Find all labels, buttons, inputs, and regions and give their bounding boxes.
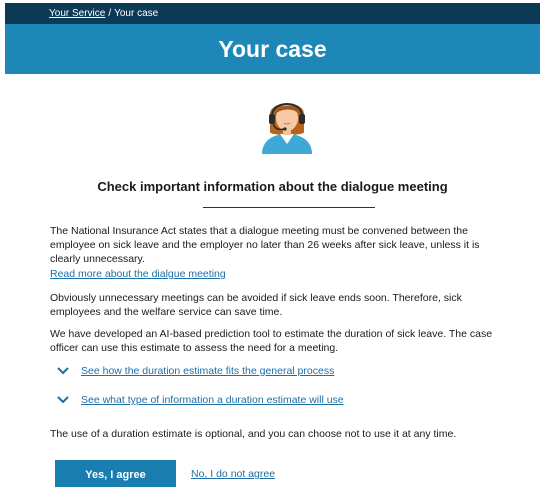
page-frame: Your Service / Your case Your case Check… <box>5 3 540 487</box>
breadcrumb: Your Service / Your case <box>5 3 540 24</box>
chevron-down-icon <box>57 396 69 404</box>
optional-use-paragraph: The use of a duration estimate is option… <box>50 428 457 440</box>
page-title: Your case <box>218 35 327 62</box>
chevron-down-icon <box>57 367 69 375</box>
page-header: Your case <box>5 24 540 74</box>
breadcrumb-home-link[interactable]: Your Service <box>49 8 105 19</box>
expander-label: See how the duration estimate fits the g… <box>81 365 335 377</box>
section-heading: Check important information about the di… <box>97 179 448 194</box>
decline-link[interactable]: No, I do not agree <box>191 468 275 480</box>
read-more-link[interactable]: Read more about the dialgue meeting <box>50 268 226 280</box>
heading-divider <box>203 207 375 208</box>
ai-tool-paragraph: We have developed an AI-based prediction… <box>50 328 493 354</box>
avoid-meetings-paragraph: Obviously unnecessary meetings can be av… <box>50 292 462 318</box>
expander-label: See what type of information a duration … <box>81 394 344 406</box>
intro-paragraph: The National Insurance Act states that a… <box>50 225 480 265</box>
expander-information-used[interactable]: See what type of information a duration … <box>57 394 344 406</box>
breadcrumb-separator: / <box>108 8 112 19</box>
breadcrumb-current: Your case <box>114 8 159 19</box>
agree-button[interactable]: Yes, I agree <box>55 460 176 487</box>
support-agent-avatar-icon <box>262 103 312 154</box>
expander-general-process[interactable]: See how the duration estimate fits the g… <box>57 365 334 377</box>
